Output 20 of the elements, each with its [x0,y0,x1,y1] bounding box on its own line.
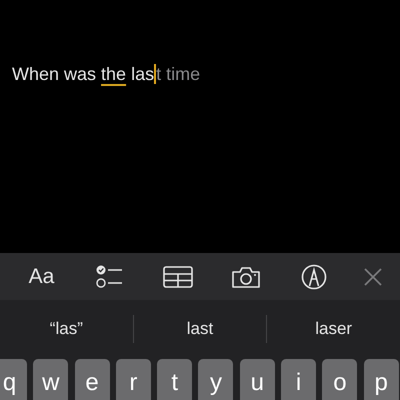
checklist-icon [96,264,124,288]
text-format-button[interactable]: Aa [18,256,65,296]
suggestion[interactable]: “las” [0,308,133,348]
key[interactable]: w [33,359,68,400]
key[interactable]: e [74,359,110,400]
suggestion[interactable]: laser [267,308,400,348]
key[interactable]: y [198,359,234,400]
key[interactable]: o [322,359,358,400]
key[interactable]: r [116,359,151,400]
key[interactable]: i [281,359,316,400]
suggestion[interactable]: last [134,308,266,348]
close-icon [363,266,383,286]
key[interactable]: p [364,359,399,400]
table-icon [162,266,192,288]
key[interactable]: q [0,359,27,400]
note-text: When was the last time [12,64,202,85]
camera-icon [230,264,260,288]
key[interactable]: u [240,359,275,400]
pen-tip-icon [300,264,326,290]
key[interactable]: t [157,359,192,400]
